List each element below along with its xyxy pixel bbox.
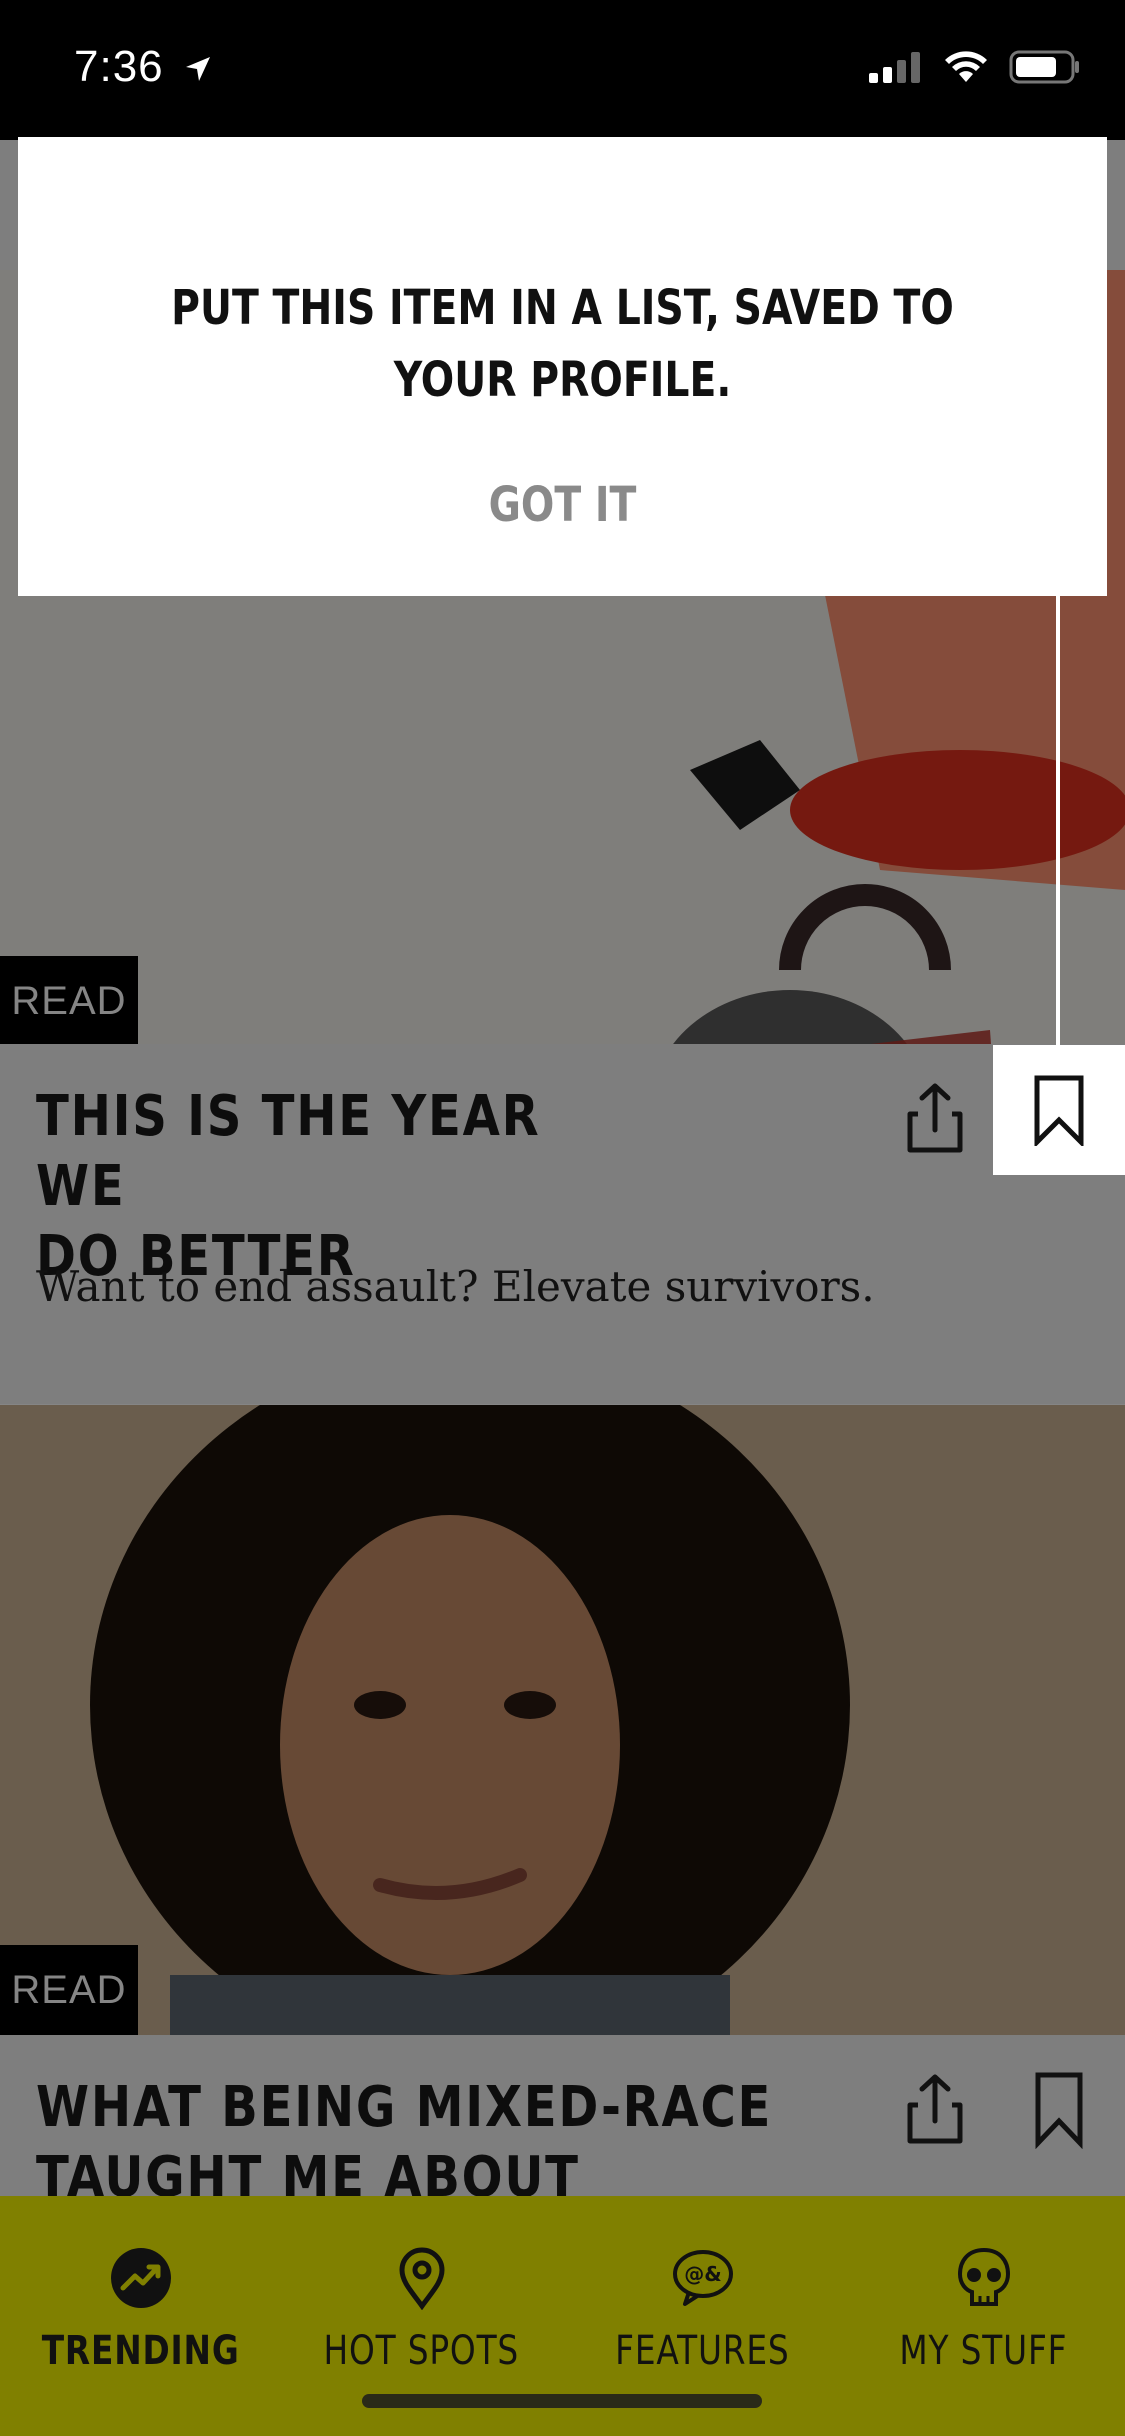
tab-hot-spots[interactable]: HOT SPOTS	[281, 2196, 562, 2386]
tab-label: TRENDING	[41, 2328, 240, 2374]
battery-icon	[1009, 50, 1079, 84]
coachmark-tooltip: PUT THIS ITEM IN A LIST, SAVED TO YOUR P…	[18, 137, 1107, 596]
home-indicator[interactable]	[362, 2394, 762, 2408]
map-pin-icon	[398, 2247, 445, 2310]
tab-label: HOT SPOTS	[323, 2328, 520, 2374]
got-it-button[interactable]: GOT IT	[116, 477, 1009, 533]
bookmark-highlight[interactable]	[993, 1045, 1125, 1175]
status-time-text: 7:36	[74, 42, 164, 91]
tab-label: MY STUFF	[899, 2328, 1068, 2374]
wifi-icon	[945, 51, 987, 82]
tooltip-pointer-line	[1056, 596, 1060, 1047]
bookmark-icon[interactable]	[1031, 1074, 1087, 1146]
skull-icon	[957, 2247, 1010, 2306]
cellular-signal-icon	[869, 52, 920, 83]
status-icons	[869, 50, 1081, 84]
location-arrow-icon	[185, 57, 210, 82]
status-bar: 7:36	[0, 0, 1125, 140]
tooltip-message-line2: YOUR PROFILE.	[393, 352, 732, 408]
tab-label: FEATURES	[615, 2328, 790, 2374]
trending-icon	[110, 2248, 171, 2308]
tooltip-message: PUT THIS ITEM IN A LIST, SAVED TO YOUR P…	[116, 272, 1009, 416]
svg-text:@&: @&	[684, 2262, 721, 2286]
tab-trending[interactable]: TRENDING	[0, 2196, 281, 2386]
tab-my-stuff[interactable]: MY STUFF	[843, 2196, 1124, 2386]
tooltip-message-line1: PUT THIS ITEM IN A LIST, SAVED TO	[171, 280, 954, 336]
tab-features[interactable]: @& FEATURES	[562, 2196, 843, 2386]
status-time: 7:36	[74, 42, 213, 92]
speech-bubble-icon: @&	[672, 2250, 733, 2306]
